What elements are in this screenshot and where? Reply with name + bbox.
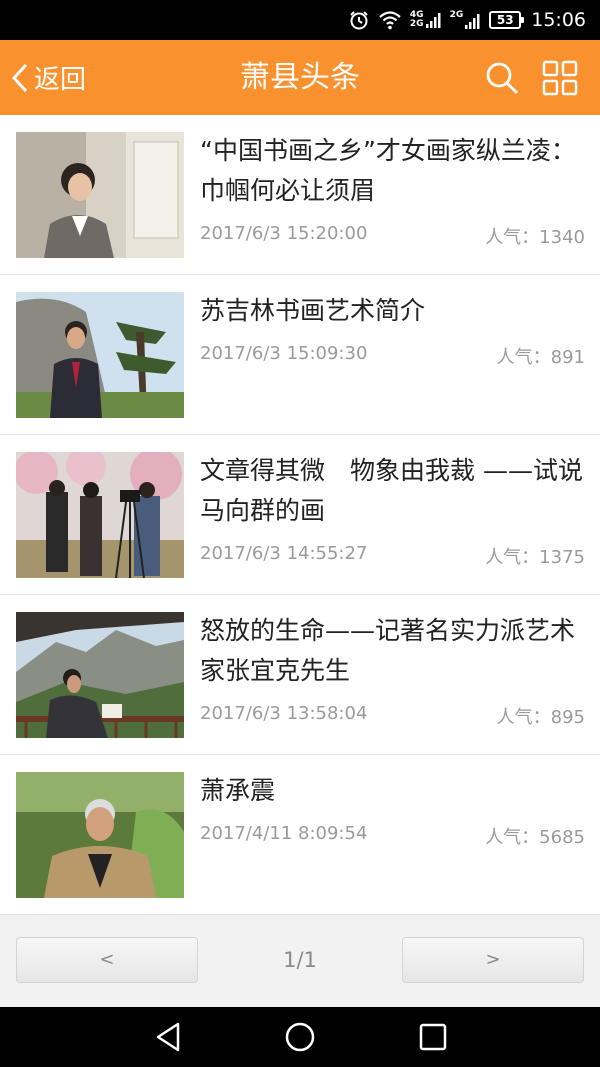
news-date: 2017/4/11 8:09:54 bbox=[200, 823, 368, 844]
news-item-1[interactable]: “中国书画之乡”才女画家纵兰凌：巾帼何必让须眉 2017/6/3 15:20:0… bbox=[0, 115, 600, 275]
back-button[interactable]: 返回 bbox=[10, 40, 86, 115]
news-thumbnail bbox=[16, 452, 184, 578]
news-thumbnail bbox=[16, 292, 184, 418]
news-title: 怒放的生命——记著名实力派艺术家张宜克先生 bbox=[200, 616, 576, 685]
news-title: “中国书画之乡”才女画家纵兰凌：巾帼何必让须眉 bbox=[200, 136, 576, 205]
news-popularity: 人气：5685 bbox=[485, 827, 585, 848]
news-title: 文章得其微 物象由我裁 ——试说马向群的画 bbox=[200, 456, 583, 525]
news-title: 萧承震 bbox=[200, 776, 276, 805]
news-date: 2017/6/3 13:58:04 bbox=[200, 703, 368, 724]
status-icons: 4G 2G 2G 53 15:06 bbox=[348, 0, 586, 40]
news-item-5[interactable]: 萧承震 2017/4/11 8:09:54 人气：5685 bbox=[0, 755, 600, 915]
home-circle-icon[interactable] bbox=[282, 1019, 318, 1055]
alarm-icon bbox=[350, 11, 368, 30]
search-icon[interactable] bbox=[484, 60, 520, 96]
page-indicator: 1/1 bbox=[283, 948, 317, 972]
news-item-4[interactable]: 怒放的生命——记著名实力派艺术家张宜克先生 2017/6/3 13:58:04 … bbox=[0, 595, 600, 755]
back-triangle-icon[interactable] bbox=[150, 1019, 186, 1055]
page-title: 萧县头条 bbox=[240, 60, 360, 95]
app-header: 返回 萧县头条 bbox=[0, 40, 600, 115]
news-item-3[interactable]: 文章得其微 物象由我裁 ——试说马向群的画 2017/6/3 14:55:27 … bbox=[0, 435, 600, 595]
news-meta: 2017/6/3 15:20:00 人气：1340 bbox=[200, 223, 585, 249]
news-date: 2017/6/3 15:20:00 bbox=[200, 223, 368, 244]
grid-icon[interactable] bbox=[542, 60, 578, 96]
news-thumbnail bbox=[16, 612, 184, 738]
system-nav-bar bbox=[0, 1007, 600, 1067]
status-bar: 4G 2G 2G 53 15:06 bbox=[0, 0, 600, 40]
news-popularity: 人气：1340 bbox=[485, 227, 585, 248]
next-page-button[interactable]: > bbox=[402, 937, 584, 983]
battery-icon: 53 bbox=[489, 11, 525, 29]
news-item-2[interactable]: 苏吉林书画艺术简介 2017/6/3 15:09:30 人气：891 bbox=[0, 275, 600, 435]
news-popularity: 人气：895 bbox=[496, 707, 585, 728]
clock: 15:06 bbox=[531, 9, 586, 31]
news-date: 2017/6/3 14:55:27 bbox=[200, 543, 368, 564]
news-meta: 2017/4/11 8:09:54 人气：5685 bbox=[200, 823, 585, 849]
network-label-bottom: 2G bbox=[409, 19, 424, 29]
news-meta: 2017/6/3 14:55:27 人气：1375 bbox=[200, 543, 585, 569]
news-thumbnail bbox=[16, 132, 184, 258]
news-popularity: 人气：891 bbox=[496, 347, 585, 368]
back-label: 返回 bbox=[34, 65, 87, 95]
wifi-icon bbox=[379, 11, 401, 30]
signal-2-icon bbox=[465, 14, 480, 29]
news-meta: 2017/6/3 15:09:30 人气：891 bbox=[200, 343, 585, 369]
chevron-left-icon bbox=[11, 63, 28, 92]
network-type-2: 2G bbox=[450, 11, 482, 29]
news-date: 2017/6/3 15:09:30 bbox=[200, 343, 368, 364]
news-popularity: 人气：1375 bbox=[485, 547, 585, 568]
pagination: < 1/1 > bbox=[0, 915, 600, 1007]
news-thumbnail bbox=[16, 772, 184, 898]
network2-label: 2G bbox=[449, 10, 464, 20]
news-list: “中国书画之乡”才女画家纵兰凌：巾帼何必让须眉 2017/6/3 15:20:0… bbox=[0, 115, 600, 915]
prev-page-button[interactable]: < bbox=[16, 937, 198, 983]
signal-icon bbox=[425, 13, 441, 28]
news-title: 苏吉林书画艺术简介 bbox=[200, 296, 426, 325]
network-type-1: 4G 2G bbox=[410, 11, 442, 29]
recent-square-icon[interactable] bbox=[415, 1019, 451, 1055]
news-meta: 2017/6/3 13:58:04 人气：895 bbox=[200, 703, 585, 729]
